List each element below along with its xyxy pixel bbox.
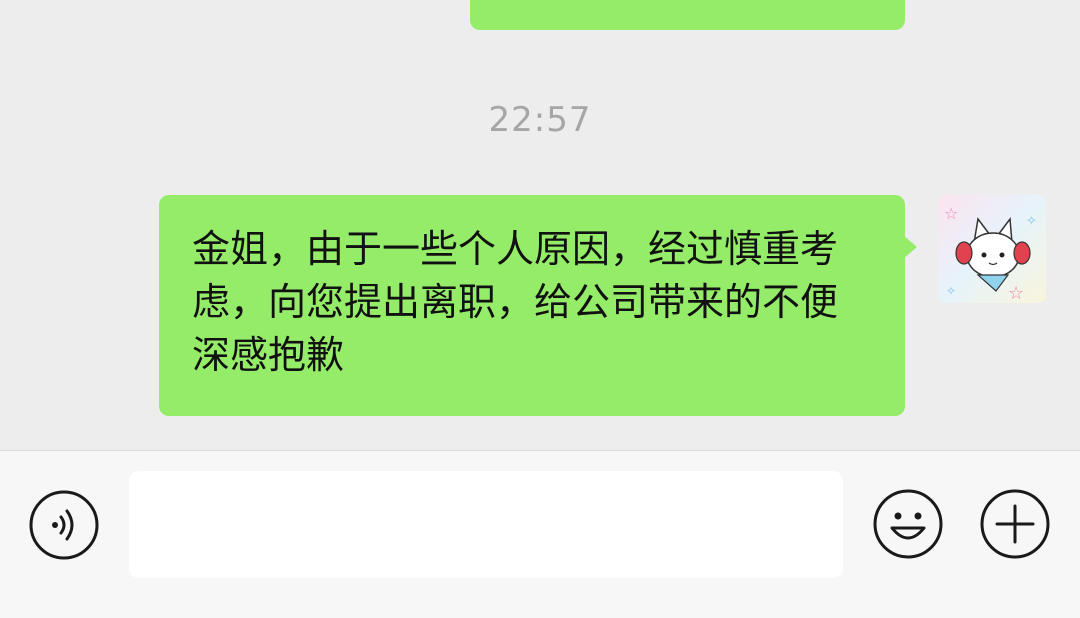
more-button[interactable] bbox=[979, 488, 1051, 560]
chat-message-area: 22:57 金姐，由于一些个人原因，经过慎重考虑，向您提出离职，给公司带来的不便… bbox=[0, 0, 1080, 450]
bubble-tail bbox=[903, 235, 917, 259]
message-timestamp: 22:57 bbox=[488, 100, 592, 140]
svg-text:☆: ☆ bbox=[944, 204, 958, 223]
cat-avatar-icon: ☆ ☆ ✧ ✧ bbox=[938, 195, 1046, 303]
voice-icon bbox=[29, 490, 99, 560]
emoji-icon bbox=[873, 489, 943, 559]
svg-text:✧: ✧ bbox=[946, 284, 956, 298]
svg-text:☆: ☆ bbox=[1008, 283, 1024, 303]
previous-message-bubble[interactable] bbox=[470, 0, 905, 30]
avatar[interactable]: ☆ ☆ ✧ ✧ bbox=[938, 195, 1046, 303]
sent-message-bubble[interactable]: 金姐，由于一些个人原因，经过慎重考虑，向您提出离职，给公司带来的不便深感抱歉 bbox=[159, 195, 905, 416]
voice-button[interactable] bbox=[28, 489, 100, 561]
message-input[interactable] bbox=[129, 471, 843, 578]
plus-icon bbox=[980, 489, 1050, 559]
svg-text:✧: ✧ bbox=[1026, 214, 1037, 229]
emoji-button[interactable] bbox=[872, 488, 944, 560]
